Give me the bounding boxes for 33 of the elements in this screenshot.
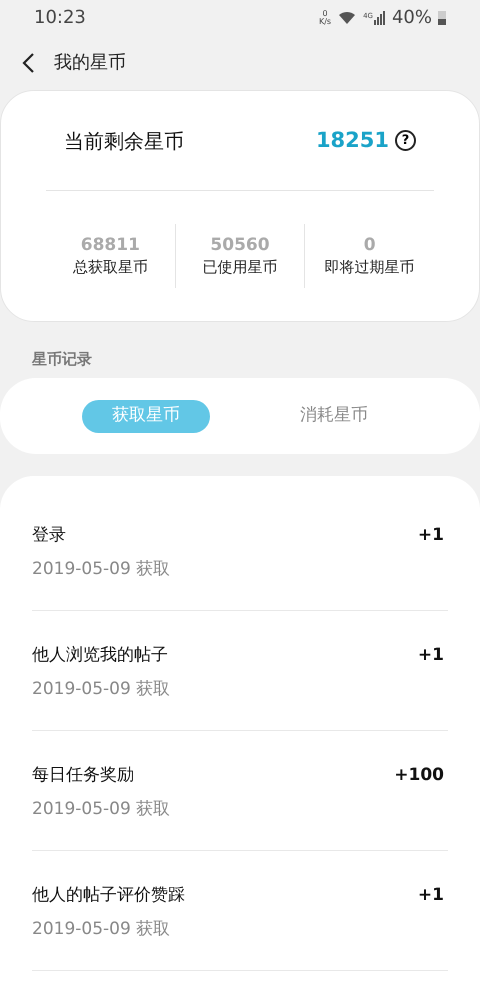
record-date: 2019-05-09 获取 (32, 918, 172, 940)
record-amount: +1 (418, 644, 445, 667)
help-button[interactable]: ? (395, 130, 416, 151)
record-title: 他人的帖子评价赞踩 (32, 884, 185, 907)
battery-icon (438, 10, 446, 24)
status-time: 10:23 (34, 6, 86, 30)
wifi-icon (337, 10, 358, 26)
record-tab[interactable]: 获取星币 (82, 400, 210, 432)
battery-percent: 40% (392, 6, 432, 30)
balance-value: 18251 (316, 126, 389, 154)
balance-label: 当前剩余星币 (64, 128, 184, 154)
record-date: 2019-05-09 获取 (32, 798, 170, 820)
stat-label: 总获取星币 (72, 260, 148, 275)
stat-label: 已使用星币 (202, 260, 278, 275)
section-title: 星币记录 (32, 348, 92, 370)
record-title: 每日任务奖励 (32, 764, 135, 787)
record-tab[interactable]: 消耗星币 (270, 400, 398, 432)
stat-value: 68811 (80, 237, 140, 254)
signal-icon (374, 10, 386, 24)
stat-label: 即将过期星币 (324, 260, 415, 275)
record-title: 登录 (32, 524, 67, 547)
speed-unit: K/s (318, 18, 332, 26)
record-title: 他人浏览我的帖子 (32, 644, 169, 667)
record-amount: +1 (418, 884, 445, 907)
stat-value: 50560 (210, 237, 270, 254)
record-amount: +1 (418, 524, 445, 547)
page-title: 我的星币 (54, 51, 126, 75)
record-date: 2019-05-09 获取 (32, 678, 170, 700)
record-amount: +100 (394, 764, 445, 787)
speed-value: 0 (322, 10, 328, 18)
stat-value: 0 (364, 237, 376, 254)
back-icon[interactable] (20, 52, 36, 74)
record-date: 2019-05-09 获取 (32, 558, 170, 580)
